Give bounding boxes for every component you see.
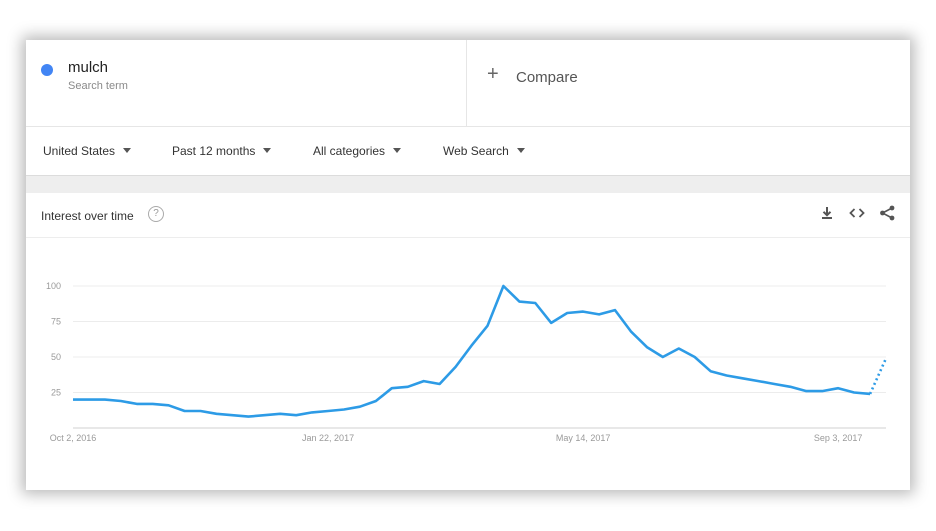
x-tick-label: Jan 22, 2017 (302, 433, 354, 443)
data-point[interactable] (389, 385, 395, 391)
data-point[interactable] (692, 354, 698, 360)
time-range-filter-label: Past 12 months (172, 144, 256, 158)
chart-grid (73, 285, 886, 429)
x-axis-ticks: Oct 2, 2016 Jan 22, 2017 May 14, 2017 Sep 3… (50, 433, 863, 443)
data-point[interactable] (660, 354, 666, 360)
data-point[interactable] (293, 412, 299, 418)
data-point[interactable] (182, 408, 188, 414)
series-line-partial (868, 357, 888, 395)
help-icon[interactable]: ? (148, 206, 164, 222)
data-point[interactable] (229, 412, 235, 418)
data-point[interactable] (851, 390, 857, 396)
data-point[interactable] (70, 397, 76, 403)
search-term-row: mulch Search term + Compare (26, 40, 910, 127)
data-point[interactable] (596, 311, 602, 317)
embed-icon[interactable] (848, 204, 866, 222)
data-point[interactable] (166, 402, 172, 408)
interest-card-title: Interest over time (41, 209, 134, 223)
data-point[interactable] (198, 408, 204, 414)
data-point[interactable] (134, 401, 140, 407)
category-filter-label: All categories (313, 144, 386, 158)
data-point[interactable] (724, 372, 730, 378)
search-term-sublabel: Search term (68, 80, 128, 92)
data-point[interactable] (437, 381, 443, 387)
data-point[interactable] (564, 310, 570, 316)
search-term-name[interactable]: mulch (68, 59, 108, 76)
series-color-dot (41, 64, 53, 76)
search-type-filter[interactable]: Web Search (443, 144, 525, 158)
data-point[interactable] (309, 409, 315, 415)
data-point[interactable] (453, 364, 459, 370)
search-type-filter-label: Web Search (443, 144, 509, 158)
compare-button[interactable]: + Compare (467, 40, 910, 126)
share-icon[interactable] (878, 204, 896, 222)
series-line (73, 284, 871, 418)
data-point[interactable] (102, 397, 108, 403)
download-icon[interactable] (818, 204, 836, 222)
data-point[interactable] (245, 414, 251, 420)
caret-down-icon (393, 148, 402, 154)
caret-down-icon (263, 148, 272, 154)
location-filter[interactable]: United States (43, 144, 132, 158)
data-point[interactable] (484, 323, 490, 329)
data-point[interactable] (118, 398, 124, 404)
data-point[interactable] (373, 398, 379, 404)
data-point[interactable] (405, 384, 411, 390)
data-point[interactable] (835, 385, 841, 391)
compare-label: Compare (516, 69, 578, 86)
caret-down-icon (516, 148, 525, 154)
interest-line-chart: 100 75 50 25 Oct 2, 2016 Jan 22, 2017 May 14,… (46, 281, 889, 443)
data-point[interactable] (867, 391, 873, 397)
data-point[interactable] (213, 411, 219, 417)
y-tick-label: 75 (51, 317, 61, 327)
data-point[interactable] (755, 378, 761, 384)
y-tick-label: 100 (46, 281, 61, 291)
caret-down-icon (123, 148, 132, 154)
data-point[interactable] (819, 388, 825, 394)
data-point[interactable] (803, 388, 809, 394)
data-point[interactable] (548, 320, 554, 326)
time-range-filter[interactable]: Past 12 months (172, 144, 272, 158)
data-point[interactable] (421, 378, 427, 384)
filter-bar: United States Past 12 months All categor… (26, 127, 910, 175)
divider-band (26, 175, 910, 194)
data-point[interactable] (676, 345, 682, 351)
data-point[interactable] (740, 375, 746, 381)
x-tick-label: Oct 2, 2016 (50, 433, 97, 443)
data-point[interactable] (341, 407, 347, 413)
plus-icon: + (487, 63, 499, 85)
data-point[interactable] (86, 397, 92, 403)
data-point[interactable] (516, 299, 522, 305)
data-point[interactable] (628, 328, 634, 334)
data-point[interactable] (771, 381, 777, 387)
trends-card: mulch Search term + Compare United State… (26, 40, 910, 490)
x-tick-label: Sep 3, 2017 (814, 433, 863, 443)
data-point[interactable] (325, 408, 331, 414)
data-point[interactable] (500, 283, 506, 289)
data-point[interactable] (787, 384, 793, 390)
search-term-box[interactable]: mulch Search term (26, 40, 467, 126)
data-point[interactable] (150, 401, 156, 407)
location-filter-label: United States (43, 144, 116, 158)
data-point[interactable] (357, 404, 363, 410)
data-point[interactable] (580, 309, 586, 315)
data-point[interactable] (469, 343, 475, 349)
y-axis-ticks: 100 75 50 25 (46, 281, 61, 398)
data-point[interactable] (261, 412, 267, 418)
chart-series (70, 283, 889, 420)
x-tick-label: May 14, 2017 (556, 433, 611, 443)
data-point[interactable] (532, 300, 538, 306)
y-tick-label: 50 (51, 352, 61, 362)
data-point[interactable] (612, 307, 618, 313)
data-point[interactable] (883, 355, 889, 361)
category-filter[interactable]: All categories (313, 144, 402, 158)
y-tick-label: 25 (51, 388, 61, 398)
data-point[interactable] (277, 411, 283, 417)
interest-card-header: Interest over time ? (26, 193, 910, 238)
data-point[interactable] (708, 368, 714, 374)
interest-over-time-card: Interest over time ? 100 75 50 25 Oct 2, 20… (26, 193, 910, 490)
data-point[interactable] (644, 344, 650, 350)
